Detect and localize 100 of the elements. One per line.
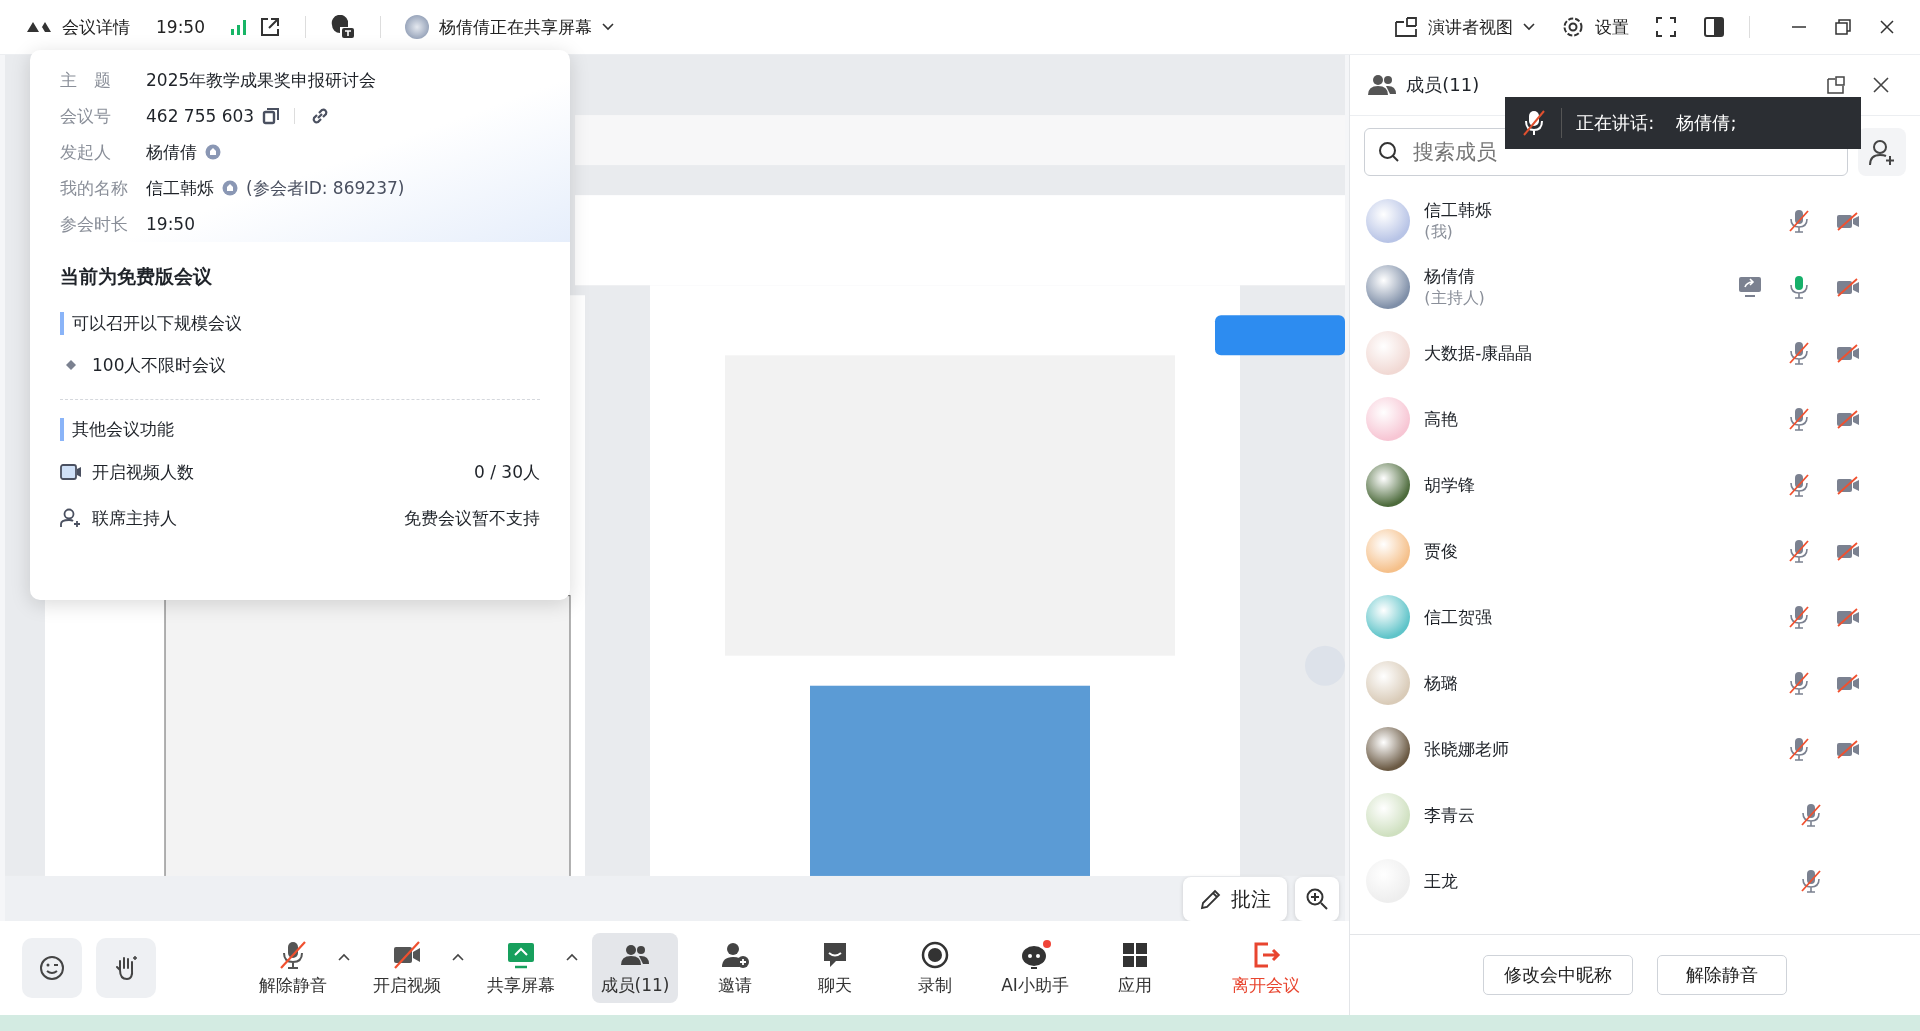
camera-off-icon[interactable] xyxy=(1836,673,1860,693)
muted-microphone-icon xyxy=(1521,109,1548,137)
member-name: 杨璐 xyxy=(1424,671,1459,695)
caret-icon[interactable] xyxy=(338,953,350,961)
feature-value: 0 / 30人 xyxy=(474,460,540,484)
member-name: 贾俊 xyxy=(1424,539,1459,563)
avatar xyxy=(1366,397,1411,441)
sharing-status[interactable]: 杨倩倩正在共享屏幕 xyxy=(439,15,592,39)
member-name: 信工贺强 xyxy=(1424,605,1493,629)
muted-microphone-icon[interactable] xyxy=(1788,473,1810,497)
toolbar-button[interactable]: 应用 xyxy=(1092,933,1178,1003)
meeting-details-link[interactable]: 会议详情 xyxy=(62,15,130,39)
member-name: 大数据-康晶晶 xyxy=(1424,341,1533,365)
info-value: 杨倩倩 xyxy=(146,140,197,164)
avatar xyxy=(1366,595,1411,639)
info-value: 19:50 xyxy=(146,214,195,234)
member-name: 信工韩烁 xyxy=(1424,199,1493,222)
panel-button[interactable]: 修改会中昵称 xyxy=(1483,955,1634,995)
camera-off-icon[interactable] xyxy=(1836,607,1860,627)
muted-microphone-icon[interactable] xyxy=(1788,209,1810,233)
toolbar-button[interactable]: 解除静音 xyxy=(250,933,336,1003)
info-value: 信工韩烁 xyxy=(146,176,214,200)
info-label: 参会时长 xyxy=(60,212,129,236)
info-value: 462 755 603 xyxy=(146,106,255,126)
camera-off-icon[interactable] xyxy=(1836,739,1860,759)
close-icon[interactable] xyxy=(1872,76,1890,94)
external-link-icon[interactable] xyxy=(259,16,281,38)
settings-button[interactable]: 设置 xyxy=(1595,15,1629,39)
microphone-icon[interactable] xyxy=(1788,275,1810,299)
camera-off-icon[interactable] xyxy=(1836,409,1860,429)
avatar xyxy=(1366,199,1411,243)
annotate-button[interactable]: 批注 xyxy=(1183,877,1288,921)
person-plus-icon xyxy=(60,508,82,528)
toolbar-button[interactable]: 邀请 xyxy=(692,933,778,1003)
toolbar-button[interactable]: AI小助手 xyxy=(992,933,1078,1003)
zoom-in-icon xyxy=(1305,887,1330,911)
camera-off-icon[interactable] xyxy=(1836,475,1860,495)
muted-microphone-icon[interactable] xyxy=(1788,737,1810,761)
plan-title: 当前为免费版会议 xyxy=(60,264,213,289)
diamond-icon xyxy=(66,360,76,370)
avatar xyxy=(1366,463,1411,507)
member-name: 李青云 xyxy=(1424,803,1476,827)
raise-hand-button[interactable] xyxy=(96,938,156,998)
info-value: 2025年教学成果奖申报研讨会 xyxy=(146,68,377,92)
fullscreen-icon[interactable] xyxy=(1655,16,1677,38)
muted-microphone-icon[interactable] xyxy=(1788,539,1810,563)
caret-icon[interactable] xyxy=(566,953,578,961)
member-name: 王龙 xyxy=(1424,869,1459,893)
camera-off-icon[interactable] xyxy=(1836,211,1860,231)
camera-off-icon[interactable] xyxy=(1836,343,1860,363)
sidebar-icon[interactable] xyxy=(1703,16,1725,38)
popout-icon[interactable] xyxy=(1826,75,1846,95)
presenter-view-icon[interactable] xyxy=(1394,16,1418,38)
info-label: 会议号 xyxy=(60,104,112,128)
feature-value: 免费会议暂不支持 xyxy=(404,506,540,530)
toolbar-button[interactable]: 开启视频 xyxy=(364,933,450,1003)
info-label: 发起人 xyxy=(60,140,112,164)
muted-microphone-icon[interactable] xyxy=(1800,869,1822,893)
restore-icon[interactable] xyxy=(1834,18,1852,36)
person-plus-icon xyxy=(1868,138,1896,166)
caret-icon[interactable] xyxy=(602,23,614,31)
camera-off-icon[interactable] xyxy=(1836,541,1860,561)
member-name: 高艳 xyxy=(1424,407,1459,431)
add-member-button[interactable] xyxy=(1858,128,1906,176)
presenter-view-menu[interactable]: 演讲者视图 xyxy=(1428,15,1513,39)
smiley-icon xyxy=(38,954,66,982)
copy-icon[interactable] xyxy=(262,107,281,125)
caret-icon[interactable] xyxy=(1523,23,1535,31)
muted-microphone-icon[interactable] xyxy=(1788,605,1810,629)
capacity-item: 100人不限时会议 xyxy=(92,353,227,377)
feature-label: 联席主持人 xyxy=(92,506,177,530)
caret-icon[interactable] xyxy=(452,953,464,961)
participant-id: (参会者ID: 869237) xyxy=(246,176,405,200)
toolbar-button[interactable]: 成员(11) xyxy=(592,933,678,1003)
search-icon xyxy=(1378,141,1401,163)
muted-microphone-icon[interactable] xyxy=(1800,803,1822,827)
close-icon[interactable] xyxy=(1878,18,1896,36)
info-label: 我的名称 xyxy=(60,176,129,200)
member-role: (我) xyxy=(1424,222,1454,243)
badge-icon xyxy=(205,144,221,160)
member-name: 胡学锋 xyxy=(1424,473,1476,497)
panel-button[interactable]: 解除静音 xyxy=(1657,955,1788,995)
captions-icon[interactable] xyxy=(330,15,356,39)
people-icon xyxy=(1368,74,1397,96)
toolbar-button[interactable]: 聊天 xyxy=(792,933,878,1003)
muted-microphone-icon[interactable] xyxy=(1788,407,1810,431)
info-label: 主 题 xyxy=(60,68,112,92)
muted-microphone-icon[interactable] xyxy=(1788,341,1810,365)
toolbar-button[interactable]: 录制 xyxy=(892,933,978,1003)
toolbar-button[interactable]: 共享屏幕 xyxy=(478,933,564,1003)
video-camera-icon xyxy=(60,463,82,481)
member-name: 张晓娜老师 xyxy=(1424,737,1510,761)
meeting-time: 19:50 xyxy=(156,17,205,37)
muted-microphone-icon[interactable] xyxy=(1788,671,1810,695)
avatar xyxy=(1366,793,1411,837)
toolbar-button[interactable]: 离开会议 xyxy=(1223,933,1310,1003)
camera-off-icon[interactable] xyxy=(1836,277,1860,297)
zoom-in-button[interactable] xyxy=(1295,877,1340,921)
reaction-button[interactable] xyxy=(22,938,82,998)
settings-icon[interactable] xyxy=(1561,15,1585,39)
